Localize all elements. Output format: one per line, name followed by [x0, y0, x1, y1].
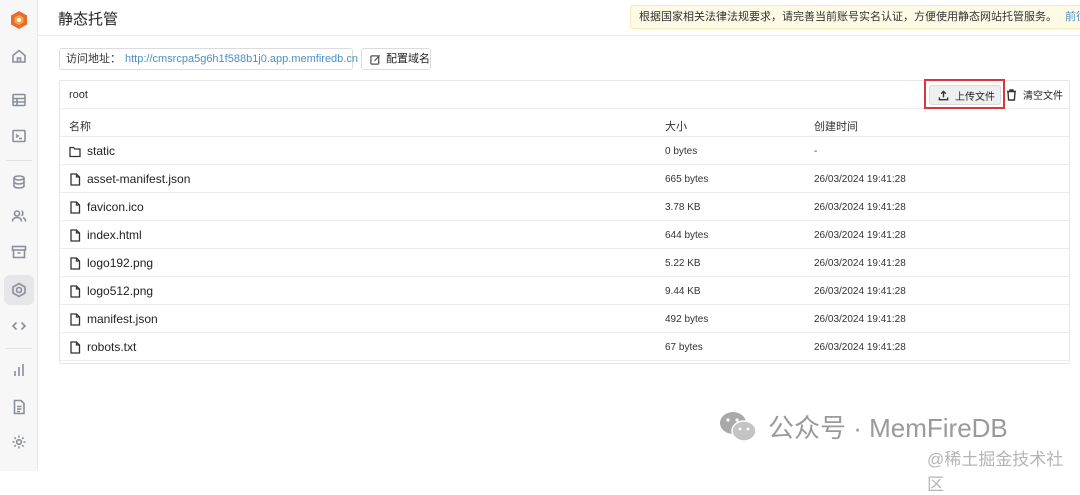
file-icon: [70, 312, 81, 326]
file-icon: [70, 200, 81, 214]
watermark-main-text: 公众号 · MemFireDB: [768, 413, 1008, 443]
file-name-cell[interactable]: favicon.ico: [69, 200, 144, 214]
file-name: logo192.png: [87, 256, 154, 270]
file-icon: [70, 256, 81, 270]
wechat-watermark: 公众号 · MemFireDB: [718, 408, 1008, 445]
file-icon: [70, 172, 81, 186]
verification-notice: 根据国家相关法律法规要求，请完善当前账号实名认证，方便使用静态网站托管服务。前往…: [630, 5, 1080, 29]
upload-files-button[interactable]: 上传文件: [929, 85, 1001, 105]
file-name: static: [87, 144, 116, 158]
watermark-sub-text: @稀土掘金技术社区: [927, 450, 1064, 494]
upload-icon: [938, 89, 949, 100]
wechat-icon: [720, 411, 757, 442]
archive-icon[interactable]: [9, 242, 29, 262]
trash-icon: [1007, 88, 1016, 101]
file-size: 5.22 KB: [665, 258, 701, 269]
hosting-icon[interactable]: [4, 275, 34, 305]
verify-link[interactable]: 前往认证: [1065, 11, 1080, 23]
table-row[interactable]: favicon.ico 3.78 KB 26/03/2024 19:41:28: [60, 193, 1069, 221]
clear-files-label: 清空文件: [1023, 91, 1063, 102]
file-size: 9.44 KB: [665, 286, 701, 297]
file-name-cell[interactable]: robots.txt: [69, 340, 136, 354]
settings-icon[interactable]: [9, 432, 29, 452]
file-icon: [70, 228, 81, 242]
column-created-header[interactable]: 创建时间: [814, 118, 858, 134]
file-name: favicon.ico: [87, 200, 144, 214]
file-size: 3.78 KB: [665, 202, 701, 213]
document-icon[interactable]: [9, 397, 29, 417]
file-name-cell[interactable]: manifest.json: [69, 312, 158, 326]
access-address-box: 访问地址： http://cmsrcpa5g6h1f588b1j0.app.mem…: [59, 48, 358, 70]
file-created-time: 26/03/2024 19:41:28: [814, 258, 906, 269]
file-created-time: 26/03/2024 19:41:28: [814, 314, 906, 325]
app-logo-icon[interactable]: [9, 10, 29, 30]
file-name: index.html: [87, 228, 142, 242]
file-created-time: 26/03/2024 19:41:28: [814, 202, 906, 213]
file-name: robots.txt: [87, 340, 137, 354]
breadcrumb-root[interactable]: root: [69, 89, 88, 101]
sidebar-divider: [6, 348, 32, 349]
notice-text: 根据国家相关法律法规要求，请完善当前账号实名认证，方便使用静态网站托管服务。: [639, 11, 1057, 23]
file-name: asset-manifest.json: [87, 172, 191, 186]
file-created-time: -: [814, 146, 818, 157]
top-bar: 静态托管 根据国家相关法律法规要求，请完善当前账号实名认证，方便使用静态网站托管…: [38, 0, 1080, 36]
file-size: 0 bytes: [665, 146, 698, 157]
file-created-time: 26/03/2024 19:41:28: [814, 230, 906, 241]
file-name-cell[interactable]: logo192.png: [69, 256, 153, 270]
file-browser-panel: root 上传文件 清空文件 名称 大小 创建时间 static 0 bytes -…: [59, 79, 1070, 364]
clear-files-button[interactable]: 清空文件: [1006, 87, 1063, 102]
file-created-time: 26/03/2024 19:41:28: [814, 342, 906, 353]
chart-icon[interactable]: [9, 360, 29, 380]
file-name-cell[interactable]: static: [69, 144, 115, 158]
table-row[interactable]: robots.txt 67 bytes 26/03/2024 19:41:28: [60, 333, 1069, 361]
sidebar-divider: [6, 160, 32, 161]
file-created-time: 26/03/2024 19:41:28: [814, 286, 906, 297]
file-name-cell[interactable]: index.html: [69, 228, 142, 242]
upload-files-label: 上传文件: [955, 91, 995, 103]
configure-domain-button[interactable]: 配置域名: [361, 48, 431, 70]
table-row[interactable]: static 0 bytes -: [60, 137, 1069, 165]
page-title: 静态托管: [58, 11, 119, 28]
file-size: 644 bytes: [665, 230, 709, 241]
table-row[interactable]: logo512.png 9.44 KB 26/03/2024 19:41:28: [60, 277, 1069, 305]
file-name: logo512.png: [87, 284, 154, 298]
table-row[interactable]: asset-manifest.json 665 bytes 26/03/2024 1…: [60, 165, 1069, 193]
table-row[interactable]: logo192.png 5.22 KB 26/03/2024 19:41:28: [60, 249, 1069, 277]
code-icon[interactable]: [9, 316, 29, 336]
table-header: 名称 大小 创建时间: [60, 109, 1069, 137]
file-name-cell[interactable]: logo512.png: [69, 284, 153, 298]
file-size: 492 bytes: [665, 314, 709, 325]
file-name-cell[interactable]: asset-manifest.json: [69, 172, 190, 186]
database-icon[interactable]: [9, 172, 29, 192]
table-row[interactable]: index.html 644 bytes 26/03/2024 19:41:28: [60, 221, 1069, 249]
path-bar: root 上传文件 清空文件: [60, 79, 1069, 109]
home-icon[interactable]: [9, 46, 29, 66]
file-icon: [70, 340, 81, 354]
sidebar: [0, 0, 38, 471]
table-row[interactable]: manifest.json 492 bytes 26/03/2024 19:41:2…: [60, 305, 1069, 333]
users-icon[interactable]: [9, 206, 29, 226]
access-address-label: 访问地址：: [66, 53, 121, 65]
file-icon: [70, 284, 81, 298]
file-name: manifest.json: [87, 312, 158, 326]
file-size: 665 bytes: [665, 174, 709, 185]
column-name-header[interactable]: 名称: [69, 118, 91, 134]
configure-domain-label: 配置域名: [386, 53, 430, 65]
edit-icon: [370, 54, 381, 65]
column-size-header[interactable]: 大小: [665, 118, 687, 134]
file-created-time: 26/03/2024 19:41:28: [814, 174, 906, 185]
folder-icon: [69, 146, 81, 157]
terminal-icon[interactable]: [9, 126, 29, 146]
file-size: 67 bytes: [665, 342, 703, 353]
table-icon[interactable]: [9, 90, 29, 110]
access-address-link[interactable]: http://cmsrcpa5g6h1f588b1j0.app.memfired…: [125, 53, 358, 65]
